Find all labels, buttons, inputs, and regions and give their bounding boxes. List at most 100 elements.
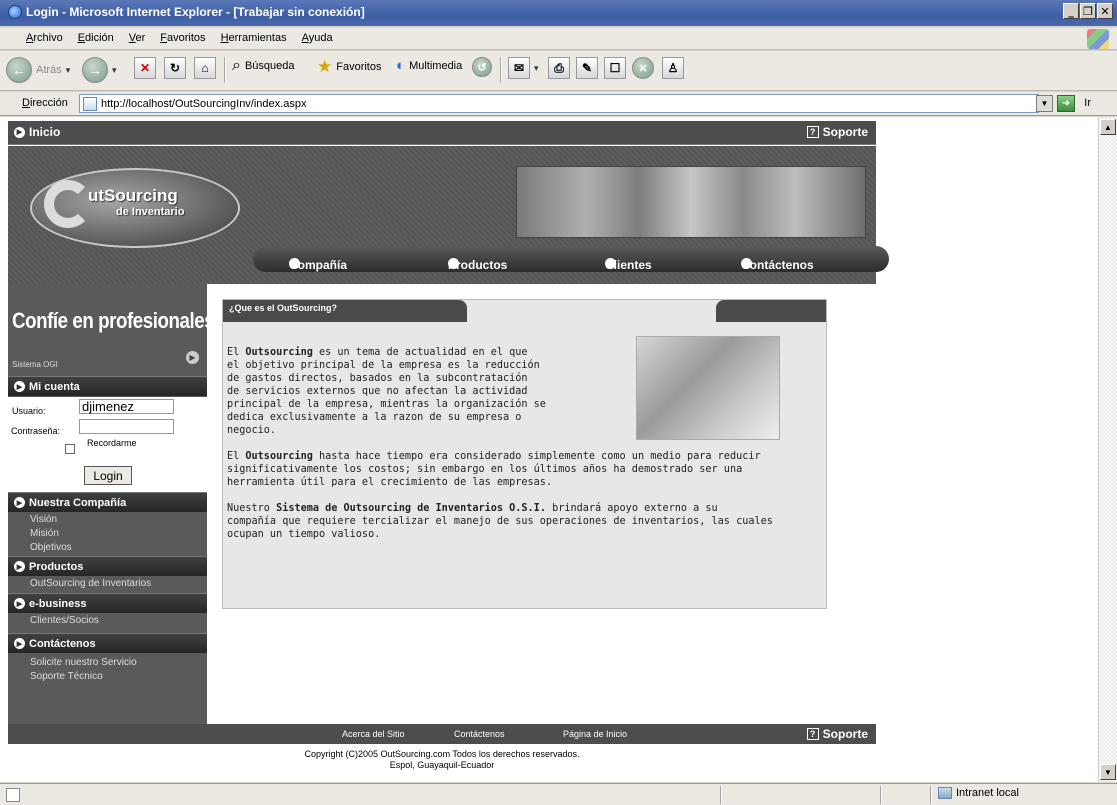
paragraph-1: El Outsourcing es un tema de actualidad … — [227, 346, 773, 437]
search-icon: ⌕ — [232, 57, 241, 74]
page-icon — [83, 96, 97, 111]
arrow-circle-icon: ▶ — [14, 126, 25, 138]
menu-item[interactable]: Ver — [129, 32, 146, 44]
support-link-label: Soporte — [822, 125, 868, 139]
footer-link-about[interactable]: Acerca del Sitio — [342, 729, 405, 739]
copyright-text: Copyright (C)2005 OutSourcing.com Todos … — [304, 749, 580, 759]
help-icon: ? — [806, 728, 819, 740]
menu-item[interactable]: Ayuda — [302, 32, 333, 44]
history-button[interactable]: ↺ — [472, 57, 492, 77]
logo-subtitle: de Inventario — [116, 206, 185, 218]
arrow-circle-icon: ▶ — [14, 561, 25, 572]
discuss-button[interactable]: ☐ — [604, 57, 626, 79]
intranet-icon — [938, 787, 952, 799]
go-button[interactable]: ➜ — [1057, 95, 1075, 112]
status-separator — [720, 786, 722, 804]
go-label[interactable]: Ir — [1084, 97, 1091, 109]
content-tab-title: ¿Que es el OutSourcing? — [223, 300, 467, 322]
address-label: Dirección — [22, 97, 68, 109]
search-label: Búsqueda — [244, 60, 295, 72]
home-link[interactable]: ▶ Inicio — [14, 125, 60, 139]
history-icon: ↺ — [472, 57, 492, 77]
back-button[interactable]: ← Atrás ▾ — [6, 57, 70, 83]
scroll-up-button[interactable]: ▲ — [1100, 119, 1116, 135]
section-ebusiness-header[interactable]: ▶ e-business — [8, 593, 207, 613]
section-contact-header[interactable]: ▶ Contáctenos — [8, 633, 207, 653]
text-line: El Outsourcing es un tema de actualidad … — [227, 346, 773, 359]
footer-support-link[interactable]: ? Soporte — [806, 727, 868, 741]
text-line: Nuestro Sistema de Outsourcing de Invent… — [227, 502, 773, 515]
sidebar-item-outsourcing[interactable]: OutSourcing de Inventarios — [8, 577, 207, 591]
address-url: http://localhost/OutSourcingInv/index.as… — [101, 97, 307, 110]
remember-label: Recordarme — [87, 438, 137, 448]
stop-button[interactable]: ✕ — [134, 57, 156, 79]
text-line: de gastos directos, basados en la subcon… — [227, 372, 773, 385]
address-dropdown-button[interactable]: ▼ — [1036, 95, 1053, 112]
scroll-down-button[interactable]: ▼ — [1100, 764, 1116, 780]
windows-logo-icon — [1087, 29, 1109, 49]
status-separator — [880, 786, 882, 804]
text-segment: Nuestro — [227, 503, 277, 514]
account-header-label: Mi cuenta — [29, 380, 80, 393]
sidebar-item-mision[interactable]: Misión — [8, 527, 207, 541]
menu-item[interactable]: Edición — [78, 32, 114, 44]
arrow-circle-icon: ▶ — [14, 381, 25, 392]
minimize-button[interactable]: _ — [1063, 3, 1079, 19]
mail-icon: ✉ — [508, 57, 530, 79]
text-segment: dedica exclusivamente a la razon de su e… — [227, 412, 522, 423]
toolbar: ← Atrás ▾ → ▾ ✕ ↻ ⌂ ⌕ Búsqueda ★ Favorit… — [0, 51, 1117, 91]
content-panel: ¿Que es el OutSourcing? El Outsourcing e… — [222, 299, 827, 609]
sidebar-item-objetivos[interactable]: Objetivos — [8, 541, 207, 555]
arrow-circle-icon: ▶ — [14, 497, 25, 508]
address-input[interactable]: http://localhost/OutSourcingInv/index.as… — [79, 94, 1039, 113]
sidebar-item-clientes[interactable]: Clientes/Socios — [8, 614, 207, 628]
home-button[interactable]: ⌂ — [194, 57, 216, 79]
footer-link-home[interactable]: Página de Inicio — [563, 729, 627, 739]
login-button[interactable]: Login — [84, 466, 132, 485]
menu-item[interactable]: Herramientas — [221, 32, 287, 44]
menu-item[interactable]: Archivo — [26, 32, 63, 44]
refresh-button[interactable]: ↻ — [164, 57, 186, 79]
messenger-icon: ♙ — [662, 57, 684, 79]
footer-support-label: Soporte — [822, 727, 868, 741]
copyright: Copyright (C)2005 OutSourcing.com Todos … — [8, 749, 876, 771]
messenger-button[interactable]: ♙ — [662, 57, 684, 79]
user-field[interactable]: djimenez — [79, 399, 174, 414]
arrow-circle-icon: ▶ — [14, 638, 25, 649]
main-nav: ▼ Compañía ▼ Productos ▼ Clientes ▼ Contácte… — [253, 246, 889, 272]
media-button[interactable]: ◐ Multimedia — [396, 57, 462, 74]
support-link[interactable]: ? Soporte — [806, 125, 868, 139]
toolbar-separator — [500, 57, 502, 83]
section-company-header[interactable]: ▶ Nuestra Compañía — [8, 492, 207, 512]
sidebar-item-vision[interactable]: Visión — [8, 513, 207, 527]
location-text: Espol, Guayaquil-Ecuador — [389, 760, 495, 770]
edit-button[interactable]: ✎ — [576, 57, 598, 79]
section-products-header[interactable]: ▶ Productos — [8, 556, 207, 576]
arrow-right-icon[interactable]: ▶ — [186, 351, 199, 364]
footer-link-contact[interactable]: Contáctenos — [454, 729, 505, 739]
bold-term: Sistema de Outsourcing de Inventarios O.… — [276, 503, 546, 514]
slogan: Confíe en profesionales — [12, 308, 215, 333]
password-label: Contraseña: — [11, 426, 61, 436]
page-viewport: ▶ Inicio ? Soporte utSourcing de Inventa… — [0, 117, 1098, 782]
close-button[interactable]: ✕ — [1097, 3, 1113, 19]
sidebar-item-soporte[interactable]: Soporte Técnico — [8, 670, 207, 684]
print-button[interactable]: ⎙ — [548, 57, 570, 79]
menu-item[interactable]: Favoritos — [160, 32, 205, 44]
vertical-scrollbar[interactable]: ▲ ▼ — [1098, 117, 1117, 782]
window-controls: _ ❐ ✕ — [1063, 3, 1113, 19]
top-nav: ▶ Inicio ? Soporte — [8, 121, 876, 145]
restore-button[interactable]: ❐ — [1080, 3, 1096, 19]
remember-checkbox[interactable] — [65, 444, 75, 454]
text-segment: herramienta útil para el crecimiento de … — [227, 477, 553, 488]
forward-button[interactable]: → ▾ — [82, 57, 117, 83]
menu-items: Archivo Edición Ver Favoritos Herramientas Ay… — [26, 32, 333, 44]
text-segment: brindará apoyo externo a su — [545, 503, 718, 514]
research-button[interactable]: ✕ — [632, 57, 654, 79]
favorites-button[interactable]: ★ Favoritos — [317, 57, 382, 77]
mail-button[interactable]: ✉ ▾ — [508, 57, 539, 79]
password-field[interactable] — [79, 419, 174, 434]
search-button[interactable]: ⌕ Búsqueda — [232, 57, 295, 75]
home-link-label: Inicio — [29, 125, 61, 139]
sidebar-item-solicite[interactable]: Solicite nuestro Servicio — [8, 656, 207, 670]
